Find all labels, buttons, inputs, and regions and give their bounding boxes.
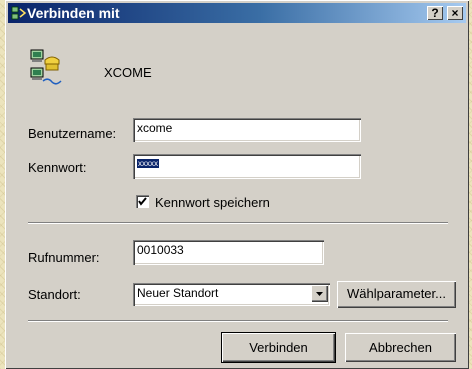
username-field[interactable]: xcome bbox=[133, 118, 361, 142]
connection-name: XCOME bbox=[104, 65, 152, 80]
password-value: xxxxx bbox=[137, 159, 159, 168]
save-password-label[interactable]: Kennwort speichern bbox=[155, 195, 270, 210]
save-password-checkbox[interactable] bbox=[136, 195, 149, 208]
separator-top bbox=[28, 222, 448, 224]
dropdown-button[interactable] bbox=[311, 285, 328, 302]
location-label: Standort: bbox=[28, 287, 81, 302]
help-button[interactable]: ? bbox=[427, 6, 443, 20]
dial-up-dialog: Verbinden mit ? × XCOME Benutzername: xc… bbox=[5, 0, 469, 369]
chevron-down-icon bbox=[316, 292, 323, 296]
close-icon: × bbox=[451, 6, 459, 20]
title-bar[interactable]: Verbinden mit ? × bbox=[8, 3, 466, 23]
phone-label: Rufnummer: bbox=[28, 250, 100, 265]
separator-bottom bbox=[28, 320, 448, 322]
username-label: Benutzername: bbox=[28, 126, 116, 141]
close-button[interactable]: × bbox=[447, 6, 463, 20]
username-label-text: Benutzername: bbox=[28, 126, 117, 141]
connect-button[interactable]: Verbinden bbox=[222, 333, 335, 362]
password-field[interactable]: xxxxx bbox=[133, 154, 361, 179]
location-select[interactable]: Neuer Standort bbox=[133, 283, 330, 306]
window-title: Verbinden mit bbox=[27, 5, 120, 21]
dial-up-icon bbox=[11, 6, 27, 20]
password-label: Kennwort: bbox=[28, 160, 87, 175]
checkmark-icon bbox=[138, 197, 147, 206]
cancel-button[interactable]: Abbrechen bbox=[345, 333, 456, 362]
dial-parameters-button[interactable]: Wählparameter... bbox=[337, 281, 456, 308]
location-value: Neuer Standort bbox=[137, 286, 219, 300]
phone-field[interactable]: 0010033 bbox=[133, 240, 324, 265]
phone-computer-icon bbox=[30, 49, 62, 85]
